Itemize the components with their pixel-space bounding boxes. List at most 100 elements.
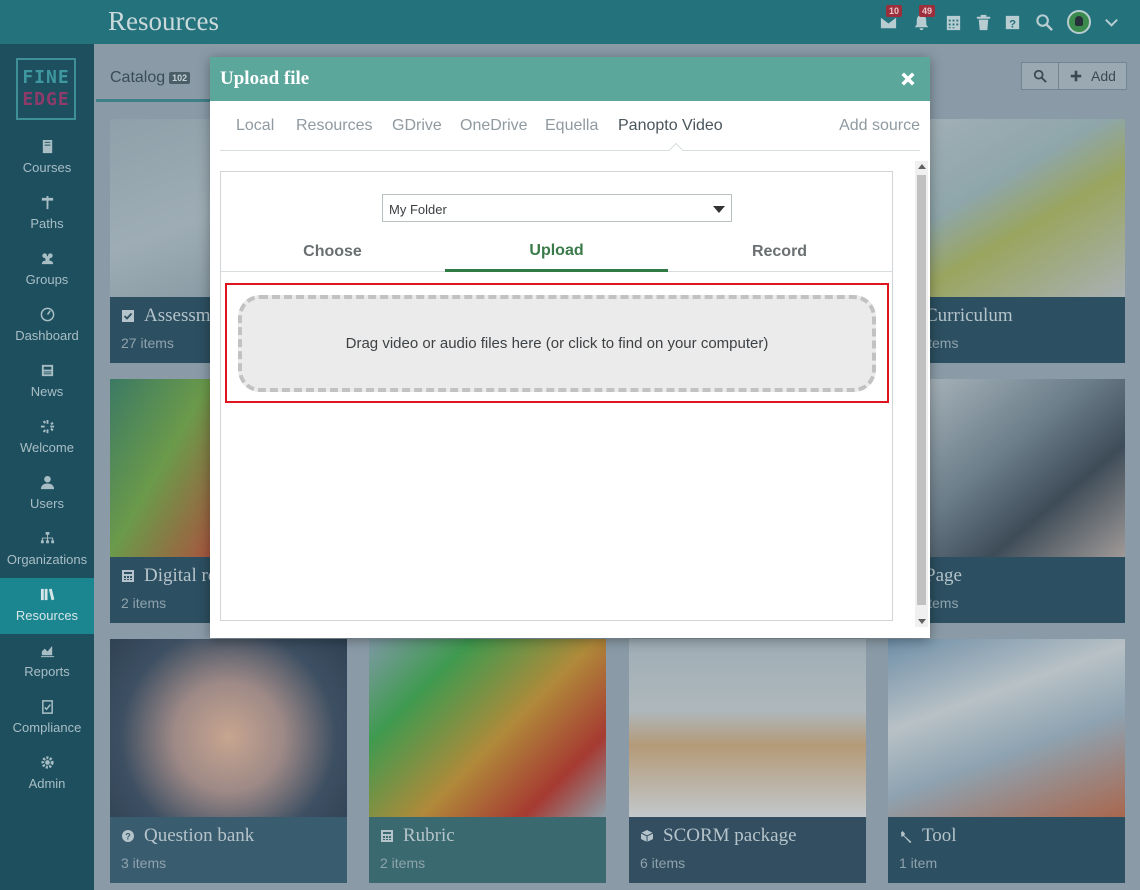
newspaper-icon	[41, 364, 53, 377]
tab-upload[interactable]: Upload	[445, 232, 668, 272]
signpost-icon	[41, 195, 53, 210]
sidebar-item-label: Organizations	[6, 552, 88, 567]
modal-header: Upload file	[210, 57, 930, 101]
tab-resources[interactable]: Resources	[296, 117, 372, 135]
file-dropzone[interactable]: Drag video or audio files here (or click…	[238, 295, 876, 392]
card-scorm-package[interactable]: SCORM package 6 items	[629, 639, 866, 883]
scrollbar-thumb[interactable]	[917, 175, 926, 605]
folder-select[interactable]: My Folder	[382, 194, 732, 222]
card-count: 2 items	[380, 855, 426, 871]
tab-local[interactable]: Local	[236, 117, 274, 135]
card-rubric[interactable]: Rubric 2 items	[369, 639, 606, 883]
question-circle-icon: ?	[122, 830, 134, 842]
avatar[interactable]	[1067, 10, 1091, 34]
add-button[interactable]: Add	[1058, 62, 1127, 90]
user-icon	[40, 475, 54, 490]
sidebar-item-groups[interactable]: Groups	[0, 242, 94, 298]
gear-icon	[40, 756, 54, 769]
card-title: Question bank	[144, 825, 255, 846]
tab-onedrive[interactable]: OneDrive	[460, 117, 528, 135]
panopto-panel: My Folder Choose Upload Record Drag vide…	[220, 171, 893, 621]
card-count: items	[925, 595, 959, 611]
help-icon[interactable]: ?	[1001, 11, 1023, 33]
scrollbar[interactable]	[915, 161, 928, 627]
org-chart-icon	[40, 531, 54, 544]
tab-gdrive[interactable]: GDrive	[392, 117, 442, 135]
tab-record[interactable]: Record	[668, 232, 891, 272]
calculator-icon	[381, 830, 393, 842]
add-source-link[interactable]: Add source	[839, 117, 920, 135]
sidebar-item-welcome[interactable]: Welcome	[0, 410, 94, 466]
sidebar-item-label: Groups	[25, 272, 69, 287]
card-title: SCORM package	[663, 825, 797, 846]
sidebar-item-label: Dashboard	[15, 328, 79, 343]
tab-catalog-label: Catalog	[110, 68, 166, 86]
sidebar-item-reports[interactable]: Reports	[0, 634, 94, 690]
trash-icon[interactable]	[972, 11, 994, 33]
svg-text:?: ?	[125, 832, 131, 842]
sidebar-item-resources[interactable]: Resources	[0, 578, 94, 634]
sparkle-icon	[40, 419, 54, 434]
card-count: 3 items	[121, 855, 167, 871]
card-tool[interactable]: Tool 1 item	[888, 639, 1125, 883]
card-title: Tool	[922, 825, 957, 846]
scroll-up-arrow-icon[interactable]	[918, 164, 926, 169]
search-icon[interactable]	[1033, 11, 1055, 33]
library-icon	[40, 588, 54, 601]
tab-choose[interactable]: Choose	[221, 232, 444, 272]
page-title: Resources	[108, 6, 219, 36]
scroll-down-arrow-icon[interactable]	[918, 619, 926, 624]
card-image	[888, 639, 1125, 817]
catalog-count-badge: 102	[169, 71, 191, 84]
card-count: 1 item	[899, 855, 938, 871]
sidebar-item-organizations[interactable]: Organizations	[0, 522, 94, 578]
sidebar-item-paths[interactable]: Paths	[0, 186, 94, 242]
sidebar-item-news[interactable]: News	[0, 354, 94, 410]
cube-icon	[640, 830, 654, 842]
sidebar-item-label: Resources	[15, 608, 79, 623]
dashboard-icon	[40, 307, 54, 322]
calendar-icon[interactable]	[942, 11, 964, 33]
sidebar-item-label: News	[30, 384, 64, 399]
card-question-bank[interactable]: ? Question bank 3 items	[110, 639, 347, 883]
card-count: 6 items	[640, 855, 686, 871]
calculator-icon	[122, 570, 134, 582]
notifications-count-badge: 49	[919, 5, 936, 17]
plus-icon	[1070, 70, 1082, 82]
caret-down-icon	[713, 206, 725, 213]
add-button-label: Add	[1091, 68, 1116, 84]
chart-icon	[40, 645, 54, 658]
sidebar-item-users[interactable]: Users	[0, 466, 94, 522]
sidebar-item-label: Welcome	[20, 440, 74, 455]
tab-panopto-video[interactable]: Panopto Video	[618, 117, 723, 135]
card-image	[629, 639, 866, 817]
tab-catalog[interactable]: Catalog 102	[96, 56, 212, 102]
sidebar-item-label: Reports	[24, 664, 70, 679]
check-square-icon	[122, 310, 134, 322]
fine-edge-logo[interactable]: FINE EDGE	[16, 58, 76, 120]
book-icon	[42, 139, 52, 154]
source-tabs: Local Resources GDrive OneDrive Equella …	[220, 101, 920, 158]
close-icon	[901, 72, 915, 86]
close-button[interactable]	[898, 69, 918, 89]
svg-text:?: ?	[1009, 18, 1016, 30]
sidebar-item-compliance[interactable]: Compliance	[0, 690, 94, 746]
catalog-search-button[interactable]	[1021, 62, 1059, 90]
sidebar-item-admin[interactable]: Admin	[0, 746, 94, 802]
card-title: Page	[925, 565, 962, 586]
upload-tabs: Choose Upload Record	[221, 232, 892, 272]
top-bar: Resources 10 49 ?	[0, 0, 1140, 44]
tab-equella[interactable]: Equella	[545, 117, 598, 135]
modal-title: Upload file	[220, 68, 310, 89]
wrench-icon	[901, 831, 912, 843]
sidebar-item-courses[interactable]: Courses	[0, 130, 94, 186]
folder-select-value: My Folder	[389, 202, 447, 217]
bell-icon[interactable]: 49	[910, 5, 936, 33]
card-image	[110, 639, 347, 817]
sidebar-item-dashboard[interactable]: Dashboard	[0, 298, 94, 354]
mail-icon[interactable]: 10	[877, 5, 903, 33]
groups-icon	[41, 253, 53, 265]
chevron-down-icon[interactable]	[1100, 11, 1122, 33]
sidebar-item-label: Users	[30, 496, 64, 511]
active-tab-caret	[668, 142, 684, 158]
